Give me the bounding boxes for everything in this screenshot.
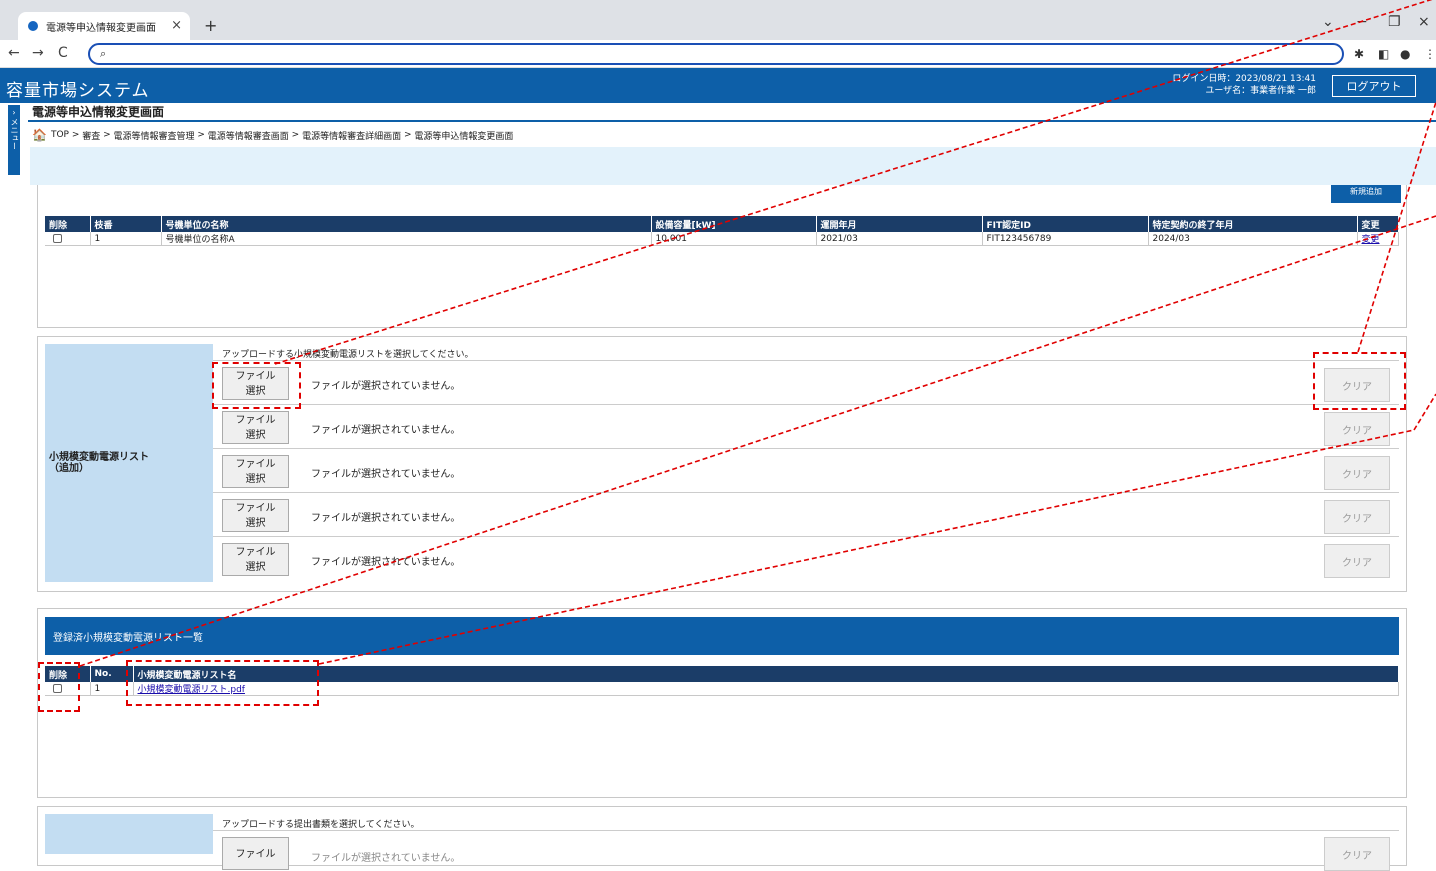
leader-line — [1413, 393, 1436, 431]
leader-line — [79, 215, 1436, 667]
leader-line — [274, 0, 1433, 365]
leader-line — [1357, 101, 1436, 353]
document-file-status: ファイルが選択されていません。 — [311, 853, 461, 864]
leader-line — [318, 429, 1415, 665]
annotation-leader-lines — [79, 0, 1436, 667]
